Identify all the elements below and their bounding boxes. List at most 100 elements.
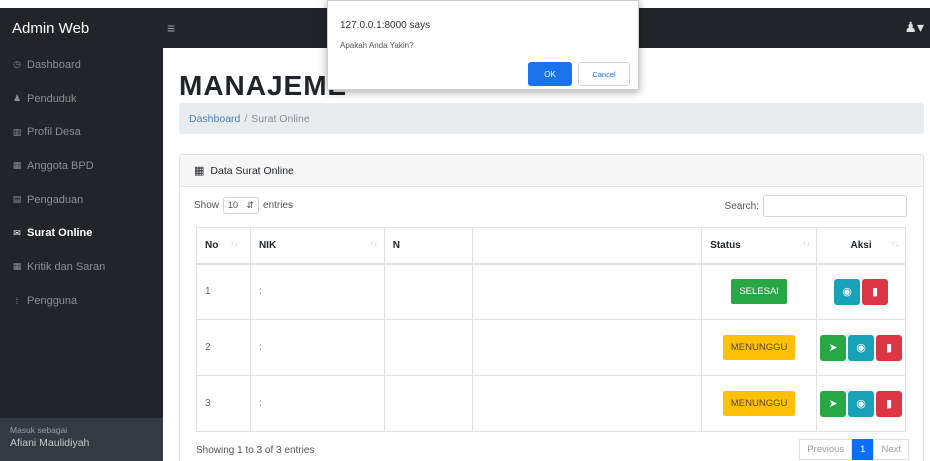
search-label: Search: [724, 200, 759, 212]
column-header-status[interactable]: Status ↑↓ [701, 227, 818, 265]
sidebar-item-dashboard[interactable]: ◷ Dashboard [0, 48, 163, 82]
column-header-aksi[interactable]: Aksi ↑↓ [816, 227, 906, 265]
status-badge: SELESAI [731, 279, 787, 305]
sort-icon: ↑↓ [891, 239, 899, 248]
sidebar-item-label: Kritik dan Saran [27, 260, 106, 273]
delete-button[interactable]: ▮ [876, 334, 903, 361]
entries-select-value: 10 [228, 200, 239, 210]
delete-button[interactable]: ▮ [876, 390, 903, 417]
pagination-previous[interactable]: Previous [799, 439, 853, 460]
sidebar-item-pengguna[interactable]: ⁞ Pengguna [0, 284, 163, 318]
user-menu-icon[interactable]: ♟▾ [904, 19, 924, 36]
dashboard-icon: ◷ [13, 59, 21, 70]
column-header-label: Status [710, 239, 741, 251]
entries-select[interactable]: 10 ⇵ [223, 197, 260, 214]
table-row: 2: MENUNGGU ➤ ◉ ▮ [196, 319, 906, 376]
column-header-n[interactable]: N [383, 227, 473, 265]
table-icon: ▦ [194, 165, 205, 177]
surat-table: No ↑↓ NIK ↑↓ N Status ↑↓ Aksi ↑↓ 1: SELESAI ◉ ▮ 2: ME… [196, 227, 906, 432]
cell-nama [383, 263, 473, 320]
column-header-label: N [392, 239, 400, 251]
column-header-nik[interactable]: NIK ↑↓ [249, 227, 385, 265]
column-header-label: Aksi [850, 239, 872, 251]
sidebar-footer: Masuk sebagai Afiani Maulidiyah [0, 418, 163, 461]
sidebar-item-anggota-bpd[interactable]: ▦ Anggota BPD [0, 149, 163, 183]
table-icon: ▦ [12, 160, 22, 171]
table-row: 1: SELESAI ◉ ▮ [196, 263, 906, 320]
cell-no: 2 [196, 319, 251, 376]
user-icon: ♟ [12, 93, 22, 104]
sort-icon: ↑↓ [229, 239, 238, 248]
cell-status: SELESAI [701, 263, 818, 320]
eye-icon: ◉ [856, 342, 866, 354]
comments-icon: ▦ [12, 261, 22, 272]
cell-nik: : [249, 375, 385, 432]
cell-actions: ◉ ▮ [816, 263, 906, 320]
sidebar-item-kritik-dan-saran[interactable]: ▦ Kritik dan Saran [0, 250, 163, 284]
show-label: Show [194, 200, 220, 211]
column-header-blank[interactable] [471, 227, 703, 265]
pagination-next[interactable]: Next [873, 439, 909, 460]
cell-nik: : [249, 263, 385, 320]
view-button[interactable]: ◉ [848, 334, 875, 361]
cell-no: 3 [196, 375, 251, 432]
user-icon: ⁞ [15, 295, 19, 306]
send-button[interactable]: ➤ [820, 390, 847, 417]
trash-icon: ▮ [886, 398, 893, 410]
sidebar-item-surat-online[interactable]: ✉ Surat Online [0, 216, 163, 250]
breadcrumb-dashboard-link[interactable]: Dashboard [189, 113, 240, 125]
sidebar-item-label: Dashboard [27, 58, 81, 71]
confirm-dialog: 127.0.0.1:8000 says Apakah Anda Yakin? O… [327, 0, 639, 90]
paper-plane-icon: ➤ [828, 398, 838, 410]
cell-no: 1 [196, 263, 251, 320]
card-title: Data Surat Online [210, 164, 294, 177]
dialog-ok-button[interactable]: OK [528, 62, 572, 86]
brand-title[interactable]: Admin Web [0, 20, 163, 37]
logged-in-label: Masuk sebagai [10, 425, 68, 435]
sidebar-item-label: Penduduk [27, 92, 77, 105]
cell-status: MENUNGGU [701, 319, 818, 376]
cell-nik: : [249, 319, 385, 376]
list-icon: ▤ [12, 194, 22, 205]
dialog-cancel-button[interactable]: Cancel [578, 62, 630, 86]
search-input[interactable] [763, 195, 907, 217]
cell-blank [471, 319, 703, 376]
send-button[interactable]: ➤ [820, 334, 847, 361]
entries-label: entries [263, 200, 294, 211]
column-header-no[interactable]: No ↑↓ [196, 227, 251, 265]
sort-icon: ↑↓ [802, 239, 811, 248]
sidebar-item-profil-desa[interactable]: ▥ Profil Desa [0, 115, 163, 149]
trash-icon: ▮ [872, 286, 879, 299]
paper-plane-icon: ➤ [828, 342, 838, 354]
eye-icon: ◉ [856, 398, 866, 410]
hamburger-icon[interactable]: ≡ [167, 20, 175, 36]
trash-icon: ▮ [886, 342, 893, 354]
sidebar-item-label: Pengaduan [27, 193, 84, 206]
sidebar-item-label: Profil Desa [27, 126, 81, 139]
table-info: Showing 1 to 3 of 3 entries [196, 445, 315, 456]
sidebar-item-label: Anggota BPD [27, 159, 94, 172]
status-badge: MENUNGGU [722, 335, 796, 360]
view-button[interactable]: ◉ [834, 278, 861, 305]
breadcrumb-separator: / [244, 112, 248, 125]
search-control: Search: [725, 195, 907, 217]
logged-in-user: Afiani Maulidiyah [10, 437, 90, 449]
sidebar-item-pengaduan[interactable]: ▤ Pengaduan [0, 183, 163, 217]
pagination-page-1[interactable]: 1 [852, 439, 874, 460]
dialog-message: Apakah Anda Yakin? [340, 41, 414, 50]
pagination: Previous 1 Next [799, 439, 909, 460]
status-badge: MENUNGGU [722, 391, 796, 416]
delete-button[interactable]: ▮ [862, 278, 889, 305]
breadcrumb-current: Surat Online [251, 112, 310, 125]
entries-length-control: Show 10 ⇵ entries [194, 197, 293, 214]
sidebar-item-label: Surat Online [27, 227, 93, 240]
view-button[interactable]: ◉ [848, 390, 875, 417]
sidebar-item-penduduk[interactable]: ♟ Penduduk [0, 82, 163, 116]
sidebar: ◷ Dashboard ♟ Penduduk ▥ Profil Desa ▦ Anggota … [0, 48, 163, 461]
cell-actions: ➤ ◉ ▮ [816, 319, 906, 376]
cell-nama [383, 319, 473, 376]
cell-actions: ➤ ◉ ▮ [816, 375, 906, 432]
column-header-label: NIK [258, 239, 277, 251]
main-content: MANAJEME Dashboard / Surat Online ▦ Data… [163, 48, 930, 461]
cell-nama [383, 375, 473, 432]
